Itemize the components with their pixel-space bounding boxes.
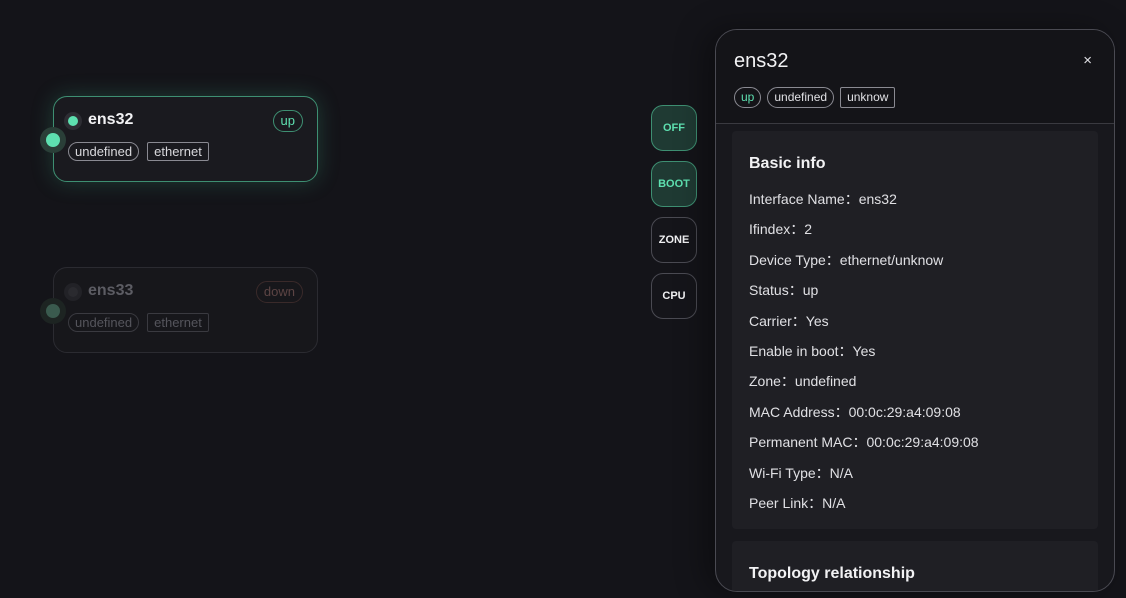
topology-section: Topology relationship <box>732 541 1098 591</box>
section-title: Topology relationship <box>749 565 915 582</box>
basic-info-section: Basic info Interface Name：ens32 Ifindex：… <box>732 131 1098 529</box>
panel-tag-type: unknow <box>840 87 896 108</box>
info-row-zone: Zone：undefined <box>749 373 857 390</box>
node-tags: undefined ethernet <box>68 313 209 332</box>
panel-tags: up undefined unknow <box>734 87 896 108</box>
node-status-badge: down <box>255 281 303 303</box>
node-tag-zone: undefined <box>68 313 140 332</box>
panel-tag-status: up <box>734 87 762 108</box>
section-title: Basic info <box>749 155 826 172</box>
node-tag-type: ethernet <box>147 313 209 332</box>
info-row-enable-in-boot: Enable in boot：Yes <box>749 342 876 359</box>
node-status-dot <box>64 283 82 301</box>
info-row-status: Status：up <box>749 282 819 299</box>
info-row-carrier: Carrier：Yes <box>749 312 829 329</box>
node-status-badge: up <box>272 110 303 132</box>
info-row-wifi-type: Wi-Fi Type：N/A <box>749 464 853 481</box>
node-tag-zone: undefined <box>68 142 140 161</box>
panel-header: ens32 × up undefined unknow <box>716 30 1114 124</box>
toggle-cpu-button[interactable]: CPU <box>651 273 697 319</box>
panel-tag-zone: undefined <box>767 87 835 108</box>
node-card-ens33[interactable]: ens33 down undefined ethernet <box>53 267 318 353</box>
node-tags: undefined ethernet <box>68 142 209 161</box>
toggle-off-button[interactable]: OFF <box>651 105 697 151</box>
node-connection-handle[interactable] <box>40 127 66 153</box>
interface-detail-panel: ens32 × up undefined unknow Basic info I… <box>715 29 1115 592</box>
info-row-device-type: Device Type：ethernet/unknow <box>749 251 944 268</box>
toggle-boot-button[interactable]: BOOT <box>651 161 697 207</box>
info-row-interface-name: Interface Name：ens32 <box>749 191 897 207</box>
close-icon[interactable]: × <box>1083 52 1092 69</box>
node-status-dot <box>64 112 82 130</box>
node-tag-type: ethernet <box>147 142 209 161</box>
info-list: Interface Name：ens32 Ifindex：2 Device Ty… <box>749 191 979 525</box>
node-card-ens32[interactable]: ens32 up undefined ethernet <box>53 96 318 182</box>
info-row-ifindex: Ifindex：2 <box>749 221 813 238</box>
node-connection-handle[interactable] <box>40 298 66 324</box>
info-row-peer-link: Peer Link：N/A <box>749 494 846 511</box>
info-row-mac-address: MAC Address：00:0c:29:a4:09:08 <box>749 403 961 420</box>
node-title: ens32 <box>88 111 134 128</box>
info-row-permanent-mac: Permanent MAC：00:0c:29:a4:09:08 <box>749 434 979 451</box>
toggle-zone-button[interactable]: ZONE <box>651 217 697 263</box>
panel-title: ens32 <box>734 50 789 72</box>
node-title: ens33 <box>88 282 134 299</box>
